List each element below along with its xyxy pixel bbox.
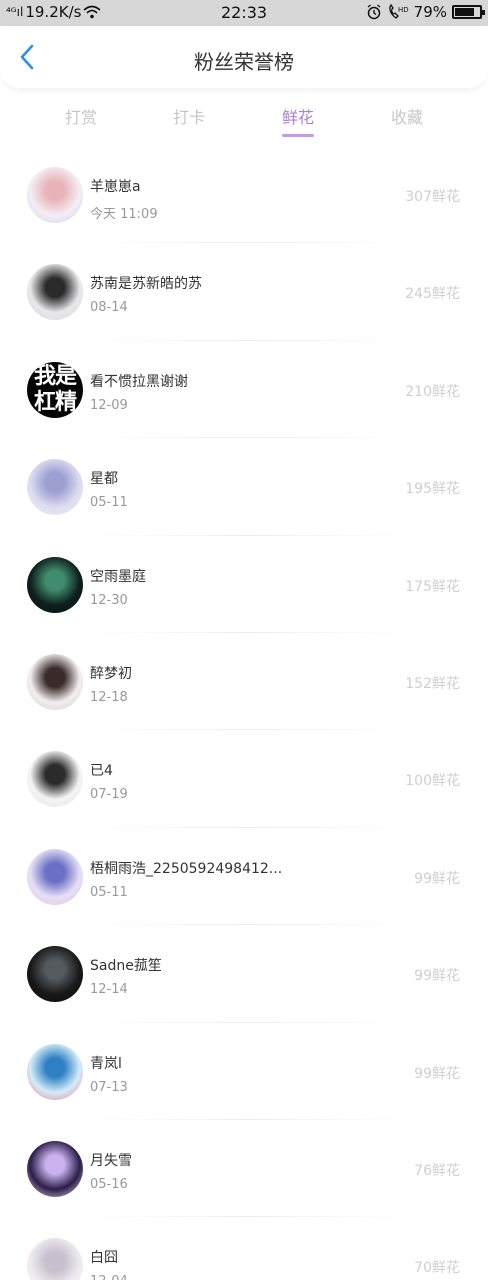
- avatar[interactable]: [27, 264, 83, 321]
- flower-count: 99鲜花: [414, 968, 460, 985]
- user-info: 星都 05-11: [90, 468, 128, 510]
- tab-flowers[interactable]: 鲜花: [258, 104, 338, 137]
- avatar[interactable]: [27, 848, 83, 905]
- list-item[interactable]: 我是杠精 看不惯拉黑谢谢 12-09 210鲜花: [0, 341, 488, 439]
- list-item[interactable]: 羊崽崽a 今天 11:09 307鲜花: [0, 146, 488, 244]
- tab-label: 收藏: [390, 108, 423, 127]
- list-item[interactable]: 梧桐雨浩_2250592498412... 05-11 99鲜花: [0, 828, 488, 926]
- header: 粉丝荣誉榜: [0, 26, 488, 88]
- user-info: 月失雪 05-16: [90, 1150, 132, 1192]
- timestamp: 05-11: [90, 884, 128, 900]
- user-name: 空雨墨庭: [90, 568, 146, 585]
- tab-favorites[interactable]: 收藏: [367, 104, 447, 128]
- flower-count: 175鲜花: [405, 578, 460, 595]
- flower-count: 152鲜花: [405, 675, 460, 692]
- list-item[interactable]: 已4 07-19 100鲜花: [0, 730, 488, 829]
- tab-checkin[interactable]: 打卡: [149, 104, 229, 128]
- user-name: 醉梦初: [90, 665, 132, 682]
- timestamp: 12-14: [90, 982, 128, 998]
- battery-icon: [452, 5, 485, 19]
- flower-count: 307鲜花: [405, 189, 460, 205]
- user-info: 苏南是苏新皓的苏 08-14: [90, 273, 202, 315]
- hd-call-icon: HD: [388, 4, 409, 19]
- avatar[interactable]: [27, 167, 83, 223]
- user-name: 羊崽崽a: [90, 179, 141, 195]
- alarm-icon: [367, 4, 381, 20]
- user-name: 白囧: [90, 1250, 118, 1267]
- list-item[interactable]: 苏南是苏新皓的苏 08-14 245鲜花: [0, 243, 488, 342]
- fan-ranking-list: 羊崽崽a 今天 11:09 307鲜花苏南是苏新皓的苏 08-14 245鲜花我是杠精看…: [0, 146, 488, 1280]
- avatar-text: 我是杠精: [27, 361, 83, 418]
- flower-count: 245鲜花: [405, 286, 460, 303]
- user-name: 看不惯拉黑谢谢: [90, 373, 188, 390]
- avatar[interactable]: [27, 556, 83, 613]
- avatar[interactable]: [27, 1238, 83, 1280]
- user-name: 青岚l: [90, 1055, 122, 1072]
- user-info: Sadne菰笙 12-14: [90, 955, 162, 997]
- tab-tipping[interactable]: 打赏: [41, 104, 121, 128]
- user-info: 空雨墨庭 12-30: [90, 566, 146, 608]
- avatar[interactable]: [27, 751, 83, 808]
- flower-count: 210鲜花: [405, 383, 460, 400]
- user-name: 梧桐雨浩_2250592498412...: [90, 860, 283, 877]
- avatar[interactable]: 我是杠精: [27, 361, 83, 418]
- list-item[interactable]: 星都 05-11 195鲜花: [0, 438, 488, 536]
- user-info: 已4 07-19: [90, 760, 128, 802]
- user-info: 白囧 12-04: [90, 1247, 128, 1280]
- timestamp: 05-11: [90, 495, 128, 511]
- list-item[interactable]: 青岚l 07-13 99鲜花: [0, 1023, 488, 1121]
- user-name: 苏南是苏新皓的苏: [90, 276, 202, 293]
- timestamp: 今天 11:09: [90, 207, 158, 222]
- svg-text:HD: HD: [398, 6, 409, 14]
- user-info: 醉梦初 12-18: [90, 663, 132, 705]
- user-info: 青岚l 07-13: [90, 1053, 128, 1095]
- tab-label: 鲜花: [281, 108, 314, 127]
- tab-label: 打卡: [172, 108, 205, 127]
- list-item[interactable]: 空雨墨庭 12-30 175鲜花: [0, 536, 488, 634]
- flower-count: 99鲜花: [414, 1065, 460, 1082]
- user-name: 已4: [90, 763, 113, 780]
- timestamp: 05-16: [90, 1176, 128, 1192]
- timestamp: 12-18: [90, 689, 128, 705]
- user-name: 星都: [90, 471, 118, 488]
- tab-bar: 打赏 打卡 鲜花 收藏: [0, 88, 488, 142]
- user-info: 梧桐雨浩_2250592498412... 05-11: [90, 858, 282, 900]
- status-bar: ⁴ᴳıl 19.2K/s 22:33 HD 79%: [0, 0, 488, 26]
- avatar[interactable]: [27, 946, 83, 1003]
- avatar[interactable]: [27, 459, 83, 516]
- flower-count: 195鲜花: [405, 481, 460, 498]
- avatar[interactable]: [27, 1140, 83, 1197]
- timestamp: 12-04: [90, 1274, 128, 1280]
- back-button[interactable]: [10, 40, 44, 74]
- timestamp: 07-19: [90, 787, 128, 803]
- avatar[interactable]: [27, 1043, 83, 1100]
- user-info: 羊崽崽a 今天 11:09: [90, 176, 158, 222]
- flower-count: 70鲜花: [414, 1260, 460, 1277]
- user-name: Sadne菰笙: [90, 958, 162, 975]
- tab-underline: [282, 134, 314, 137]
- user-name: 月失雪: [90, 1152, 132, 1169]
- page-title: 粉丝荣誉榜: [194, 50, 294, 74]
- flower-count: 76鲜花: [414, 1162, 460, 1179]
- battery-percent: 79%: [413, 3, 447, 21]
- list-item[interactable]: 醉梦初 12-18 152鲜花: [0, 633, 488, 731]
- timestamp: 08-14: [90, 300, 128, 316]
- flower-count: 100鲜花: [405, 773, 460, 790]
- chevron-left-icon: [20, 44, 34, 70]
- tab-label: 打赏: [64, 108, 97, 127]
- timestamp: 12-09: [90, 397, 128, 413]
- user-info: 看不惯拉黑谢谢 12-09: [90, 371, 188, 413]
- status-right: HD 79%: [366, 3, 485, 21]
- avatar[interactable]: [27, 653, 83, 710]
- timestamp: 12-30: [90, 592, 128, 608]
- list-item[interactable]: Sadne菰笙 12-14 99鲜花: [0, 925, 488, 1023]
- timestamp: 07-13: [90, 1079, 128, 1095]
- list-item[interactable]: 白囧 12-04 70鲜花: [0, 1217, 488, 1280]
- flower-count: 99鲜花: [414, 870, 460, 887]
- list-item[interactable]: 月失雪 05-16 76鲜花: [0, 1120, 488, 1218]
